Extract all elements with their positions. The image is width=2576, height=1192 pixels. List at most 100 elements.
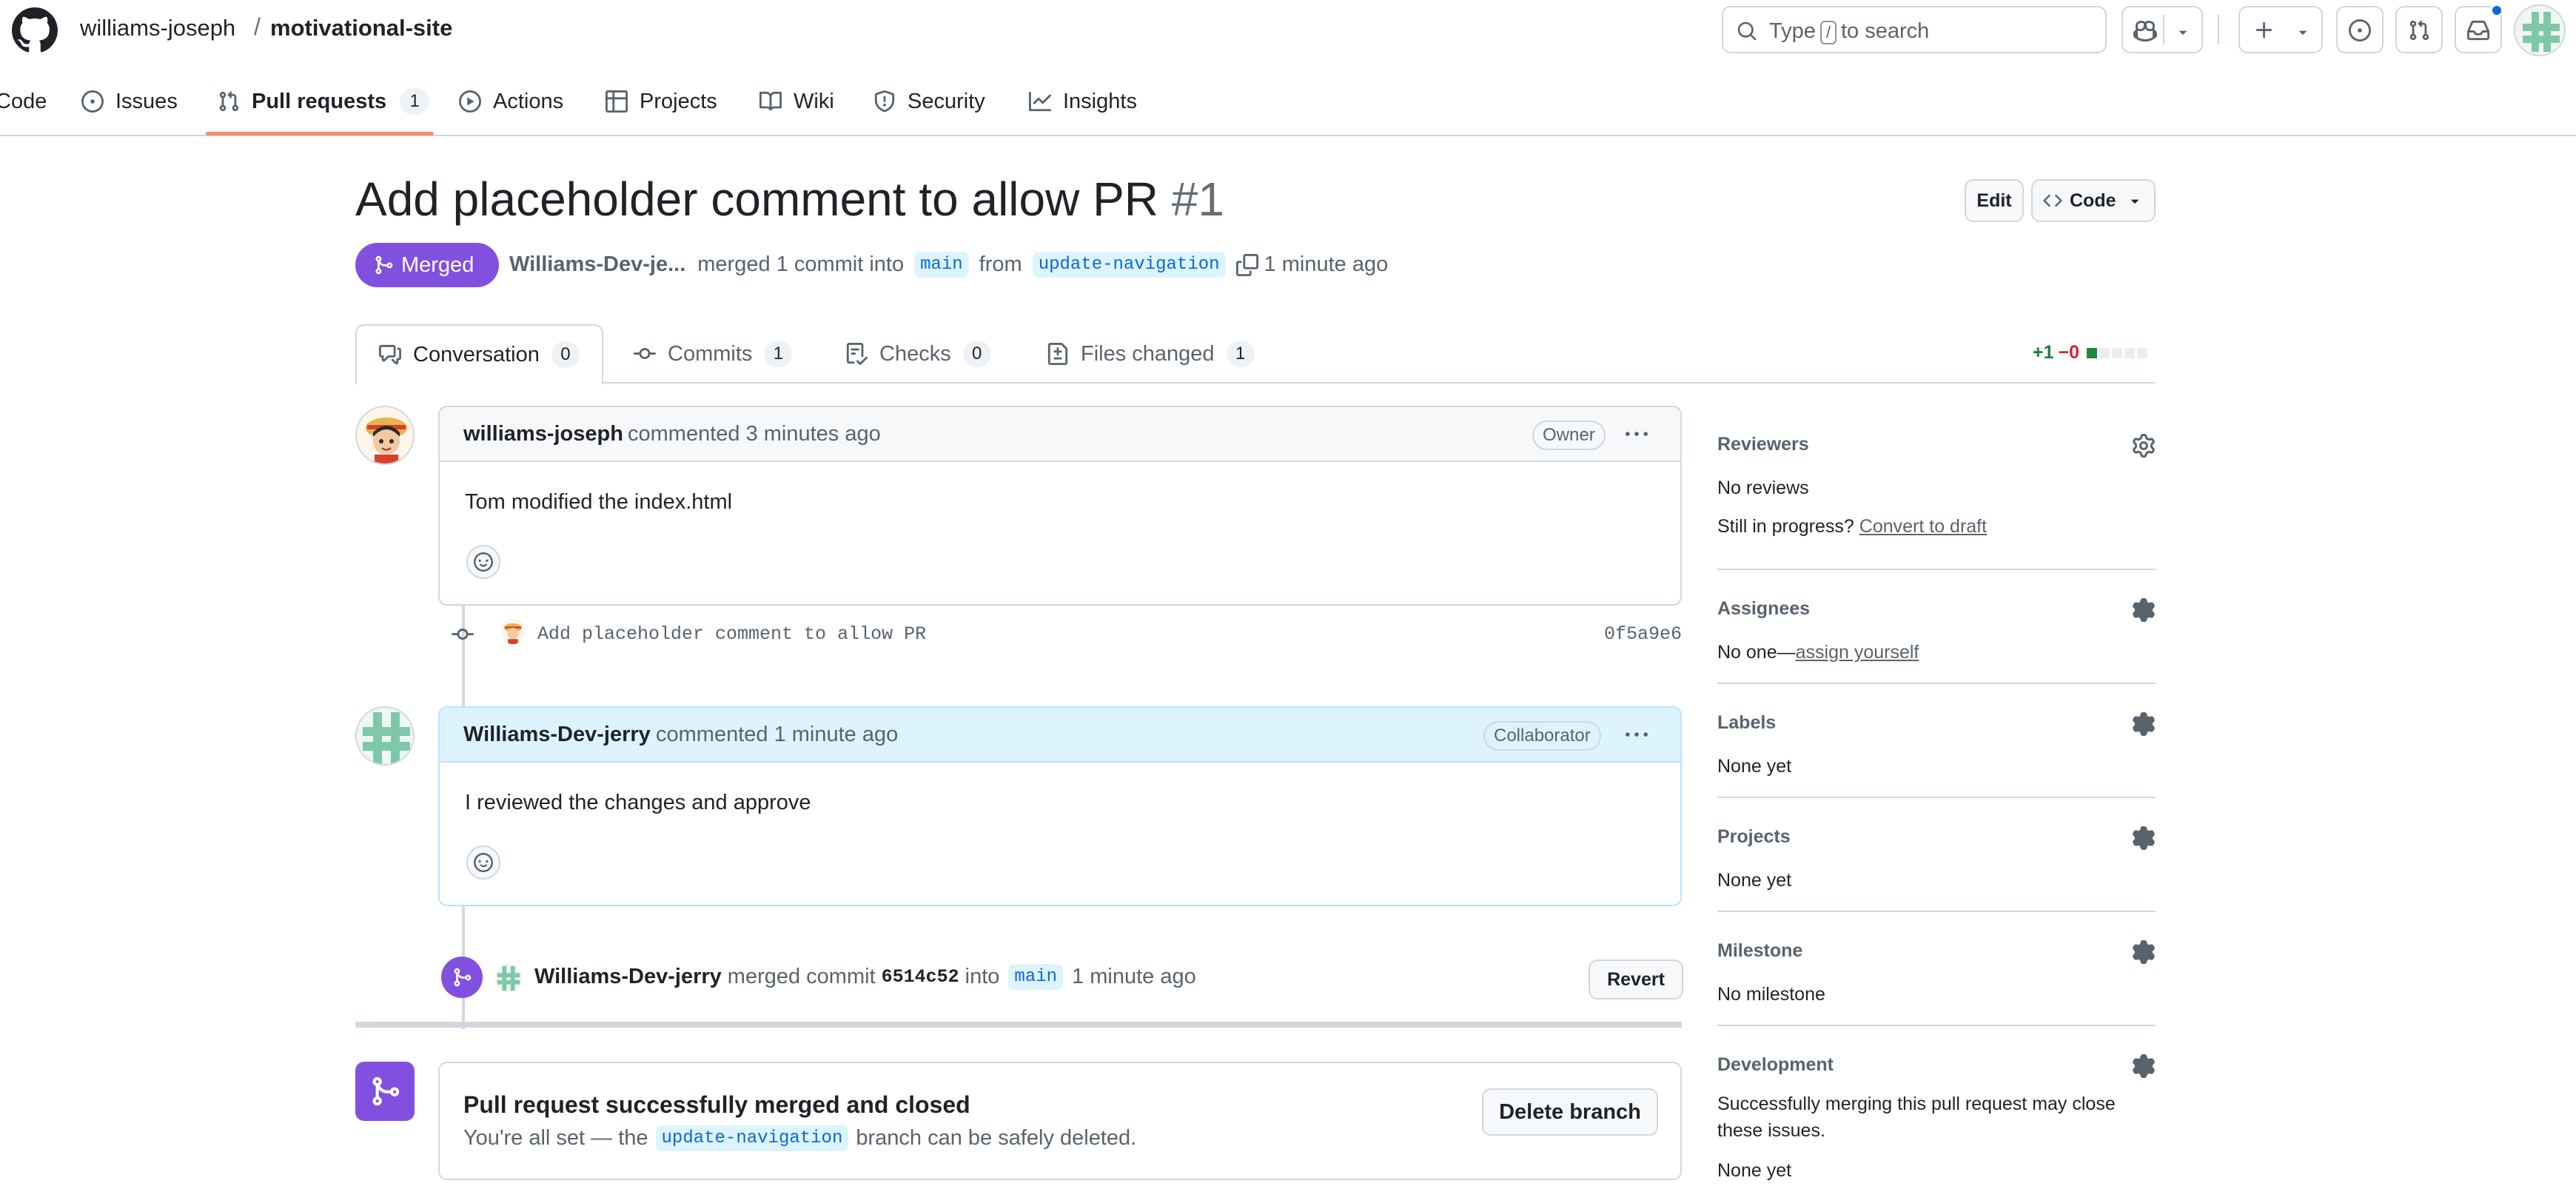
- header-divider: [2218, 15, 2219, 44]
- nav-insights[interactable]: Insights: [1029, 86, 1137, 117]
- deletable-branch[interactable]: update-navigation: [655, 1125, 849, 1151]
- convert-to-draft-link[interactable]: Convert to draft: [1859, 516, 1987, 537]
- kebab-horizontal-icon[interactable]: [1624, 724, 1649, 746]
- tab-count: 1: [764, 341, 793, 367]
- repo-owner-link[interactable]: williams-joseph: [80, 15, 235, 41]
- add-reaction-button[interactable]: [466, 846, 500, 880]
- nav-label: Projects: [640, 89, 717, 113]
- tab-label: Files changed: [1081, 341, 1215, 366]
- diff-block: [2137, 347, 2148, 358]
- pr-tabs: Conversation 0 Commits 1 Checks 0 Files …: [355, 324, 2156, 385]
- revert-button[interactable]: Revert: [1589, 960, 1683, 1000]
- gear-icon[interactable]: [2132, 434, 2156, 458]
- tab-conversation[interactable]: Conversation 0: [355, 324, 603, 385]
- gear-icon[interactable]: [2132, 940, 2156, 964]
- user-avatar[interactable]: [2514, 4, 2566, 56]
- nav-label: Security: [908, 89, 985, 113]
- merge-commit-sha-link[interactable]: 6514c52: [882, 966, 959, 988]
- comment-body: Tom modified the index.html: [465, 490, 733, 514]
- sidebar-heading: Labels: [1717, 712, 1777, 733]
- graph-icon: [1029, 91, 1051, 112]
- merge-event-text: Williams-Dev-jerry merged commit 6514c52…: [534, 964, 1196, 990]
- sidebar-milestone: Milestone No milestone: [1717, 940, 2156, 1005]
- sidebar-divider: [1717, 569, 2156, 570]
- pr-author-link[interactable]: Williams-Dev-je...: [509, 252, 685, 277]
- comment-time: commented 3 minutes ago: [628, 422, 881, 446]
- edit-title-button[interactable]: Edit: [1965, 179, 2024, 222]
- commit-sha-link[interactable]: 0f5a9e6: [1604, 623, 1682, 645]
- assignees-none-text: No one—: [1717, 642, 1796, 663]
- copilot-button[interactable]: [2121, 6, 2203, 53]
- diff-additions: +1: [2033, 342, 2054, 363]
- github-logo-icon[interactable]: [12, 7, 58, 53]
- tab-label: Conversation: [413, 342, 540, 366]
- nav-code[interactable]: Code: [0, 86, 47, 117]
- tab-label: Commits: [668, 341, 753, 366]
- git-pull-request-icon: [2409, 20, 2429, 41]
- avatar[interactable]: [500, 619, 526, 644]
- pr-title-text: Add placeholder comment to allow PR: [355, 173, 1158, 226]
- tab-label: Checks: [879, 341, 951, 366]
- avatar[interactable]: [355, 706, 415, 766]
- nav-label: Wiki: [794, 89, 834, 113]
- sidebar-divider: [1717, 911, 2156, 912]
- gear-icon[interactable]: [2132, 1054, 2156, 1078]
- comment-time: commented 1 minute ago: [656, 723, 899, 746]
- copy-icon[interactable]: [1235, 253, 1258, 276]
- delete-branch-button[interactable]: Delete branch: [1482, 1088, 1658, 1136]
- add-reaction-button[interactable]: [466, 545, 500, 579]
- tab-files-changed[interactable]: Files changed 1: [1047, 324, 1255, 384]
- nav-label: Pull requests: [252, 89, 387, 113]
- tab-commits[interactable]: Commits 1: [634, 324, 793, 384]
- create-new-button[interactable]: [2238, 6, 2323, 53]
- nav-actions[interactable]: Actions: [459, 86, 563, 117]
- draft-prompt-text: Still in progress?: [1717, 516, 1854, 537]
- repo-name-link[interactable]: motivational-site: [270, 15, 452, 41]
- pull-requests-button[interactable]: [2395, 6, 2443, 53]
- avatar[interactable]: [494, 964, 523, 992]
- nav-pull-requests[interactable]: Pull requests 1: [218, 86, 430, 117]
- merge-target-branch[interactable]: main: [1008, 964, 1064, 990]
- git-merge-icon: [372, 1077, 400, 1106]
- comment-author-link[interactable]: williams-joseph: [463, 422, 623, 446]
- nav-wiki[interactable]: Wiki: [759, 86, 834, 117]
- pr-meta: Williams-Dev-je... merged 1 commit into …: [509, 252, 1388, 278]
- sidebar-development: Development Successfully merging this pu…: [1717, 1054, 2156, 1188]
- tab-checks[interactable]: Checks 0: [845, 324, 991, 384]
- timeline-end-divider: [355, 1022, 1682, 1028]
- git-pull-request-icon: [219, 91, 239, 112]
- issues-button[interactable]: [2336, 6, 2384, 53]
- merged-status-title: Pull request successfully merged and clo…: [463, 1091, 970, 1118]
- code-dropdown-button[interactable]: Code: [2031, 179, 2156, 222]
- nav-label: Actions: [493, 89, 564, 113]
- nav-projects[interactable]: Projects: [606, 86, 717, 117]
- plus-icon: [2255, 21, 2273, 38]
- search-input[interactable]: Type / to search: [1722, 6, 2107, 53]
- kebab-horizontal-icon[interactable]: [1624, 423, 1649, 446]
- avatar[interactable]: [355, 406, 415, 465]
- merge-verb: merged commit: [727, 965, 876, 988]
- search-icon: [1737, 21, 1757, 41]
- global-header: williams-joseph / motivational-site Type…: [0, 0, 2576, 59]
- base-branch[interactable]: main: [914, 252, 969, 278]
- file-diff-icon: [1047, 343, 1068, 365]
- gear-icon[interactable]: [2132, 826, 2156, 850]
- gear-icon[interactable]: [2132, 598, 2156, 622]
- nav-issues[interactable]: Issues: [81, 86, 178, 117]
- comment-author-link[interactable]: Williams-Dev-jerry: [463, 723, 651, 747]
- merge-actor-link[interactable]: Williams-Dev-jerry: [534, 965, 722, 989]
- sidebar-heading: Assignees: [1717, 598, 1811, 619]
- repo-navigation: Code Issues Pull requests 1 Actions Proj…: [0, 73, 2576, 136]
- projects-status: None yet: [1717, 870, 1792, 891]
- gear-icon[interactable]: [2132, 712, 2156, 736]
- git-commit-icon: [452, 629, 474, 640]
- head-branch[interactable]: update-navigation: [1032, 252, 1226, 278]
- nav-security[interactable]: Security: [873, 86, 985, 117]
- draft-prompt: Still in progress? Convert to draft: [1717, 513, 2156, 540]
- issue-opened-icon: [81, 90, 104, 113]
- nav-label: Insights: [1063, 89, 1137, 113]
- milestone-status: No milestone: [1717, 984, 1825, 1005]
- issue-opened-icon: [2349, 19, 2371, 41]
- assign-yourself-link[interactable]: assign yourself: [1796, 642, 1919, 663]
- commit-message-link[interactable]: Add placeholder comment to allow PR: [537, 623, 926, 645]
